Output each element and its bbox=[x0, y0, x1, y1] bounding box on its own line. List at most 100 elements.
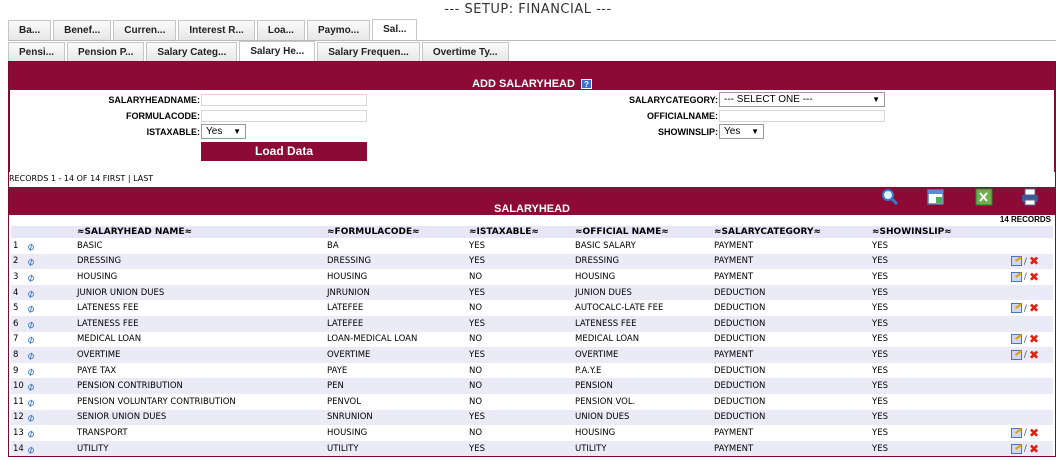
table-row: 4 ⌀ JUNIOR UNION DUES JNRUNION YES JUNION DUE… bbox=[11, 284, 1053, 301]
delete-icon[interactable]: ✖ bbox=[1029, 348, 1039, 362]
cell-showinslip: YES bbox=[870, 378, 993, 394]
col-showinslip[interactable]: ≈SHOWINSLIP≈ bbox=[870, 226, 993, 238]
cell-salarycategory: DEDUCTION bbox=[712, 362, 870, 379]
delete-icon[interactable]: ✖ bbox=[1029, 301, 1039, 315]
load-data-button[interactable]: Load Data bbox=[201, 142, 367, 161]
sub-tabbar: Pensi... Pension P... Salary Categ... Sa… bbox=[8, 40, 1056, 62]
tab-banks[interactable]: Ba... bbox=[8, 20, 52, 40]
col-salarycategory[interactable]: ≈SALARYCATEGORY≈ bbox=[712, 226, 870, 238]
showinslip-value: Yes bbox=[724, 126, 741, 137]
officialname-input[interactable] bbox=[719, 110, 885, 122]
cell-formulacode: DRESSING bbox=[325, 253, 467, 270]
tab-overtime-type[interactable]: Overtime Ty... bbox=[421, 42, 509, 62]
formulacode-input[interactable] bbox=[201, 110, 367, 122]
attachment-icon[interactable]: ⌀ bbox=[25, 363, 40, 378]
attachment-icon[interactable]: ⌀ bbox=[25, 410, 40, 425]
cell-salarycategory: DEDUCTION bbox=[712, 409, 870, 426]
row-index: 11 bbox=[11, 393, 25, 410]
showinslip-select[interactable]: Yes ▼ bbox=[719, 124, 764, 139]
calendar-icon[interactable] bbox=[927, 188, 945, 206]
tab-pension-provider[interactable]: Pension P... bbox=[67, 42, 145, 62]
attachment-cell: ⌀ bbox=[25, 300, 75, 316]
salaryheadname-input[interactable] bbox=[201, 94, 367, 106]
actions-cell: / ✖ bbox=[993, 269, 1053, 285]
edit-icon[interactable] bbox=[1010, 303, 1022, 314]
attachment-icon[interactable]: ⌀ bbox=[25, 238, 40, 253]
table-row: 3 ⌀ HOUSING HOUSING NO HOUSING PAYMENT YES / ✖ bbox=[11, 269, 1053, 285]
tab-salary-category[interactable]: Salary Categ... bbox=[146, 42, 238, 62]
col-index bbox=[11, 226, 25, 238]
delete-icon[interactable]: ✖ bbox=[1029, 270, 1039, 284]
attachment-icon[interactable]: ⌀ bbox=[25, 441, 40, 456]
attachment-icon[interactable]: ⌀ bbox=[25, 254, 40, 269]
cell-official-name: MEDICAL LOAN bbox=[573, 331, 712, 348]
edit-icon[interactable] bbox=[1010, 271, 1022, 282]
tab-salary-head[interactable]: Salary He... bbox=[239, 41, 316, 62]
attachment-icon[interactable]: ⌀ bbox=[25, 394, 40, 409]
row-index: 5 bbox=[11, 300, 25, 316]
cell-salarycategory: PAYMENT bbox=[712, 269, 870, 285]
actions-cell bbox=[993, 393, 1053, 410]
edit-icon[interactable] bbox=[1010, 349, 1022, 360]
print-icon[interactable] bbox=[1021, 188, 1039, 206]
chevron-down-icon: ▼ bbox=[872, 95, 880, 104]
attachment-icon[interactable]: ⌀ bbox=[25, 425, 40, 440]
tab-salary[interactable]: Sal... bbox=[372, 19, 418, 40]
search-icon[interactable] bbox=[881, 188, 899, 206]
col-salaryhead-name[interactable]: ≈SALARYHEAD NAME≈ bbox=[75, 226, 325, 238]
delete-icon[interactable]: ✖ bbox=[1029, 332, 1039, 346]
attachment-icon[interactable]: ⌀ bbox=[25, 316, 40, 331]
edit-icon[interactable] bbox=[1010, 256, 1022, 267]
tab-interest-rate[interactable]: Interest R... bbox=[178, 20, 255, 40]
row-index: 1 bbox=[11, 238, 25, 254]
delete-icon[interactable]: ✖ bbox=[1029, 426, 1039, 440]
cell-istaxable: YES bbox=[467, 409, 573, 426]
attachment-icon[interactable]: ⌀ bbox=[25, 269, 40, 284]
attachment-icon[interactable]: ⌀ bbox=[25, 285, 40, 300]
attachment-cell: ⌀ bbox=[25, 253, 75, 270]
edit-icon[interactable] bbox=[1010, 334, 1022, 345]
cell-showinslip: YES bbox=[870, 425, 993, 441]
cell-istaxable: NO bbox=[467, 269, 573, 285]
attachment-cell: ⌀ bbox=[25, 440, 75, 457]
tab-payment[interactable]: Paymo... bbox=[306, 20, 371, 40]
first-page-link[interactable]: FIRST bbox=[103, 174, 125, 183]
col-formulacode[interactable]: ≈FORMULACODE≈ bbox=[325, 226, 467, 238]
tab-loan[interactable]: Loa... bbox=[256, 20, 305, 40]
col-attach bbox=[25, 226, 75, 238]
tab-salary-frequency[interactable]: Salary Frequen... bbox=[317, 42, 420, 62]
attachment-cell: ⌀ bbox=[25, 331, 75, 348]
cell-official-name: P.A.Y.E bbox=[573, 362, 712, 379]
add-salaryhead-header: ADD SALARYHEAD? bbox=[9, 62, 1055, 90]
cell-salaryhead-name: LATENESS FEE bbox=[75, 315, 325, 332]
help-icon[interactable]: ? bbox=[580, 79, 592, 90]
attachment-icon[interactable]: ⌀ bbox=[25, 300, 40, 315]
col-istaxable[interactable]: ≈ISTAXABLE≈ bbox=[467, 226, 573, 238]
actions-cell: / ✖ bbox=[993, 347, 1053, 363]
last-page-link[interactable]: LAST bbox=[133, 174, 153, 183]
edit-icon[interactable] bbox=[1010, 443, 1022, 454]
delete-icon[interactable]: ✖ bbox=[1029, 254, 1039, 268]
showinslip-label: SHOWINSLIP: bbox=[658, 127, 718, 137]
col-official-name[interactable]: ≈OFFICIAL NAME≈ bbox=[573, 226, 712, 238]
attachment-icon[interactable]: ⌀ bbox=[25, 347, 40, 362]
cell-istaxable: NO bbox=[467, 425, 573, 441]
cell-istaxable: NO bbox=[467, 378, 573, 394]
cell-showinslip: YES bbox=[870, 393, 993, 410]
salarycategory-select[interactable]: --- SELECT ONE --- ▼ bbox=[719, 92, 885, 107]
attachment-icon[interactable]: ⌀ bbox=[25, 332, 40, 347]
tab-currency[interactable]: Curren... bbox=[113, 20, 177, 40]
tab-pension[interactable]: Pensi... bbox=[8, 42, 66, 62]
istaxable-select[interactable]: Yes ▼ bbox=[201, 124, 246, 139]
actions-cell bbox=[993, 238, 1053, 254]
attachment-icon[interactable]: ⌀ bbox=[25, 378, 40, 393]
tab-benefits[interactable]: Benef... bbox=[53, 20, 112, 40]
delete-icon[interactable]: ✖ bbox=[1029, 442, 1039, 456]
cell-salarycategory: PAYMENT bbox=[712, 253, 870, 270]
attachment-cell: ⌀ bbox=[25, 284, 75, 301]
edit-icon[interactable] bbox=[1010, 427, 1022, 438]
cell-showinslip: YES bbox=[870, 284, 993, 301]
excel-icon[interactable] bbox=[975, 188, 993, 206]
cell-istaxable: NO bbox=[467, 331, 573, 348]
records-range: RECORDS 1 - 14 OF 14 bbox=[9, 174, 101, 183]
